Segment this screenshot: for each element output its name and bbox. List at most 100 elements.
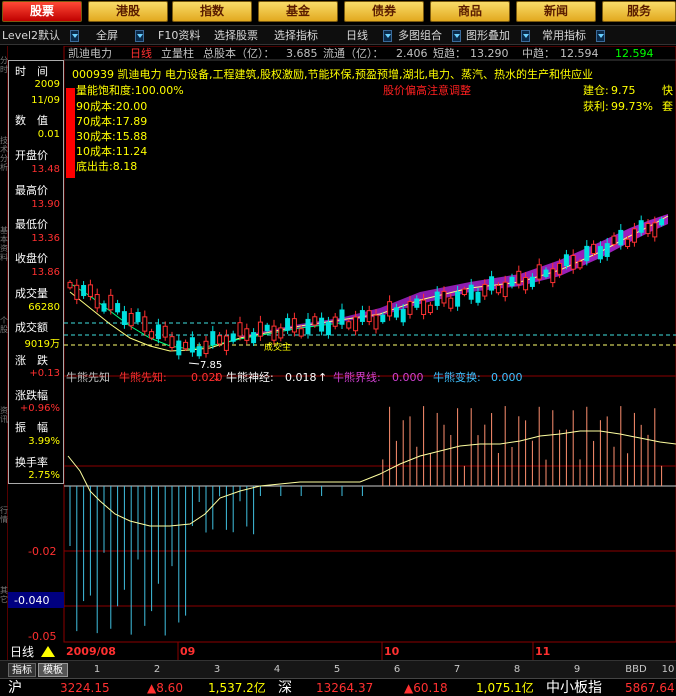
pct-value: +0.96%	[19, 403, 60, 414]
candle-body	[455, 291, 461, 307]
tab-3[interactable]: 3	[210, 663, 224, 677]
nav-button-7[interactable]: 服务	[602, 1, 676, 22]
top-nav: 股票 港股 指数 基金 债券 商品 新闻 服务	[0, 0, 676, 24]
tab-template[interactable]: 模板	[38, 663, 68, 677]
sme-label: 中小板指	[546, 680, 602, 696]
tab-bbd[interactable]: BBD	[622, 663, 650, 677]
level2-selector[interactable]: Level2默认	[2, 28, 60, 44]
profit-value: 99.73%	[611, 100, 653, 113]
stock-info-line: 000939 凯迪电力 电力设备,工程建筑,股权激励,节能环保,预盈预增,湖北,…	[72, 67, 593, 81]
amount-value: 9019万	[24, 339, 60, 350]
candle-body	[121, 311, 127, 325]
select-indicator-button[interactable]: 选择指标	[274, 28, 318, 44]
candle-body	[285, 318, 291, 331]
candle-body	[509, 276, 515, 287]
candle-body	[557, 262, 563, 275]
tab-1[interactable]: 1	[90, 663, 104, 677]
nav-button-0[interactable]: 股票	[2, 1, 82, 22]
candle-body	[67, 281, 73, 289]
candle-body	[502, 281, 508, 298]
time-year: 2009	[34, 79, 60, 90]
candle-body	[516, 270, 522, 285]
tab-indicator[interactable]: 指标	[8, 663, 36, 677]
f10-button[interactable]: F10资料	[158, 28, 200, 44]
candle-body	[135, 311, 141, 323]
fullscreen-button[interactable]: 全屏	[96, 28, 118, 44]
cost30-text: 30成本:15.88	[76, 129, 147, 143]
nav-button-5[interactable]: 商品	[430, 1, 510, 22]
candle-body	[618, 229, 624, 246]
svg-text:牛熊神经:: 牛熊神经:	[226, 370, 274, 384]
total-shares-label: 总股本（亿）：	[203, 46, 275, 60]
overlay-dropdown-icon[interactable]	[521, 30, 530, 42]
total-shares-value: 3.685	[286, 47, 318, 60]
tab-5[interactable]: 5	[330, 663, 344, 677]
candle-body	[529, 276, 535, 287]
sz-label: 深	[278, 680, 292, 696]
tab-9[interactable]: 9	[570, 663, 584, 677]
chart-period: 日线	[130, 46, 152, 60]
common-indicator-dropdown-icon[interactable]	[596, 30, 605, 42]
candle-body	[346, 321, 352, 329]
kline-chart[interactable]: 凯迪电力 日线 立量柱 总股本（亿）： 3.685 流通（亿）： 2.406 短…	[0, 46, 676, 660]
tab-10[interactable]: 10	[660, 663, 676, 677]
time-label: 时 间	[15, 65, 48, 78]
common-indicator-button[interactable]: 常用指标	[542, 28, 586, 44]
mid-trend-value: 12.594	[560, 47, 599, 60]
warning-text: 股价偏高注意调整	[383, 83, 471, 97]
candle-body	[223, 335, 229, 351]
sh-label: 沪	[8, 680, 22, 696]
candle-body	[380, 314, 386, 323]
candle-body	[489, 276, 495, 291]
info-panel: 时 间 2009 11/09 数 值 0.01 开盘价 13.48 最高价 13…	[8, 60, 64, 484]
tab-6[interactable]: 6	[390, 663, 404, 677]
sme-index: 5867.64	[625, 681, 675, 695]
nav-button-3[interactable]: 基金	[258, 1, 338, 22]
tab-4[interactable]: 4	[270, 663, 284, 677]
nav-button-4[interactable]: 债券	[344, 1, 424, 22]
multi-chart-button[interactable]: 多图组合	[398, 28, 442, 44]
candle-body	[339, 309, 345, 325]
candle-body	[652, 222, 658, 238]
time-axis: 2009/08 09 10 11	[66, 645, 550, 658]
close-label: 收盘价	[15, 252, 48, 265]
tab-2[interactable]: 2	[150, 663, 164, 677]
candle-body	[434, 291, 440, 306]
period-selector[interactable]: 日线	[346, 28, 368, 44]
multi-chart-dropdown-icon[interactable]	[452, 30, 461, 42]
chart-mode: 立量柱	[161, 46, 194, 60]
candle-body	[550, 268, 556, 284]
status-bar: 沪 3224.15 ▲8.60 1,537.2亿 深 13264.37 ▲60.…	[0, 678, 676, 696]
candle-body	[81, 285, 87, 297]
build-label: 建仓:	[583, 83, 609, 97]
short-trend-value: 13.290	[470, 47, 509, 60]
fullscreen-dropdown-icon[interactable]	[135, 30, 144, 42]
build-value: 9.75	[611, 84, 636, 97]
bottom-period-label: 日线	[10, 645, 34, 659]
float-value: 2.406	[396, 47, 428, 60]
candle-body	[169, 336, 175, 349]
open-label: 开盘价	[15, 149, 48, 162]
candle-body	[291, 318, 297, 333]
indicator-header: 牛熊先知 牛熊先知: 0.020 ↓ 牛熊神经: 0.018 ↑ 牛熊界线: 0…	[66, 370, 523, 384]
ind-axis-label-1: -0.02	[28, 545, 56, 558]
tab-7[interactable]: 7	[450, 663, 464, 677]
period-dropdown-icon[interactable]	[383, 30, 392, 42]
candle-body	[142, 316, 148, 332]
select-stock-button[interactable]: 选择股票	[214, 28, 258, 44]
mid-label: 成交主	[264, 341, 291, 353]
right-tag-2: 套	[662, 100, 673, 113]
svg-text:↓: ↓	[212, 371, 221, 384]
tab-8[interactable]: 8	[510, 663, 524, 677]
overlay-button[interactable]: 图形叠加	[466, 28, 510, 44]
nav-button-1[interactable]: 港股	[88, 1, 168, 22]
pct-label: 涨跌幅	[15, 389, 48, 402]
candle-body	[597, 246, 603, 260]
candle-body	[604, 243, 610, 257]
nav-button-6[interactable]: 新闻	[516, 1, 596, 22]
candle-body	[523, 277, 529, 291]
toolbar: Level2默认 全屏 F10资料 选择股票 选择指标 日线 多图组合 图形叠加…	[0, 25, 676, 45]
candle-body	[448, 297, 454, 309]
nav-button-2[interactable]: 指数	[172, 1, 252, 22]
level2-dropdown-icon[interactable]	[70, 30, 79, 42]
